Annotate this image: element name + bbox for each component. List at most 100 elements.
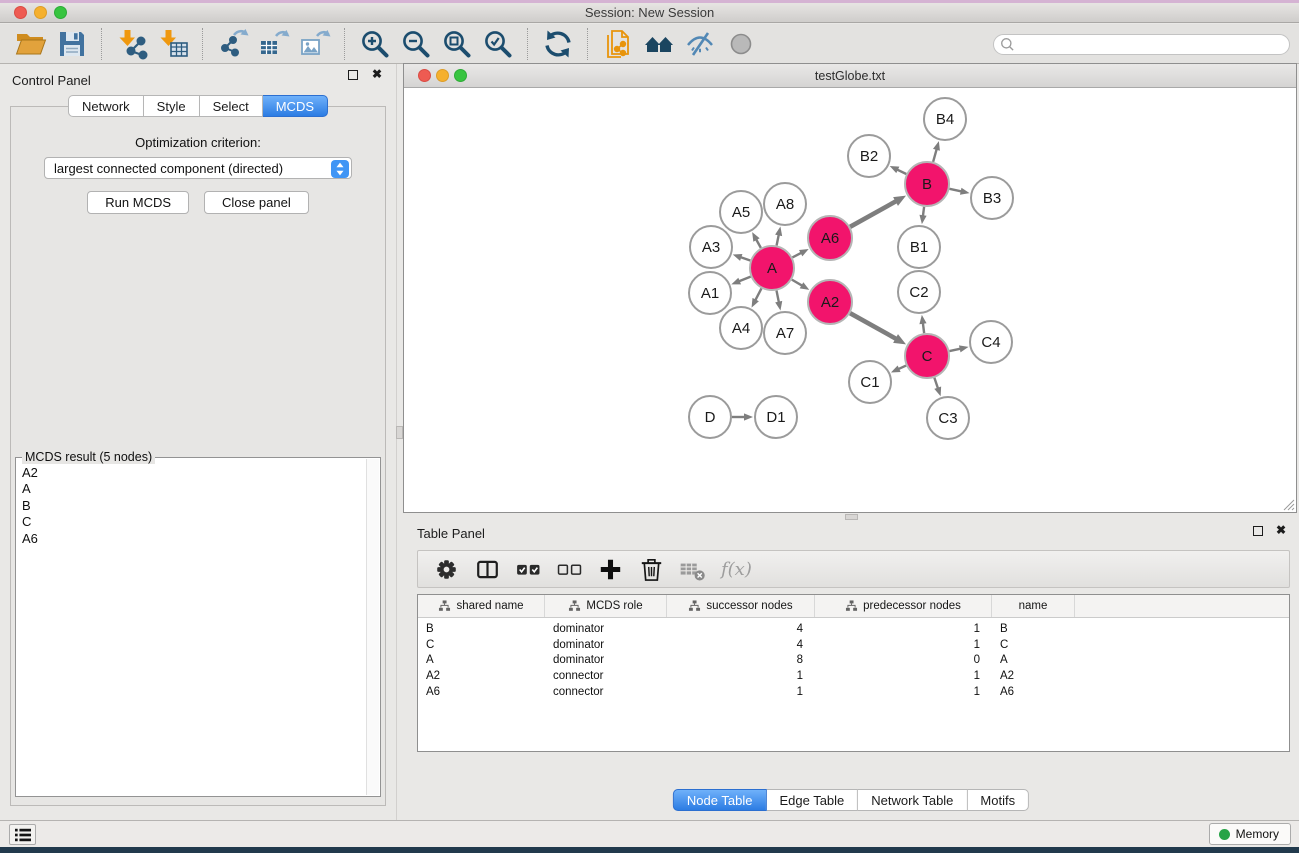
- table-row[interactable]: A6connector11A6: [418, 684, 1289, 700]
- save-session-button[interactable]: [51, 26, 92, 62]
- tab-select[interactable]: Select: [200, 95, 263, 117]
- zoom-in-button[interactable]: [354, 26, 395, 62]
- mcds-result-item[interactable]: C: [16, 514, 364, 530]
- control-panel-close-button[interactable]: ✖: [372, 67, 382, 81]
- table-row[interactable]: A2connector11A2: [418, 668, 1289, 684]
- graph-node-A4[interactable]: A4: [720, 307, 762, 349]
- graph-edge-B-B3[interactable]: [949, 189, 962, 192]
- tab-style[interactable]: Style: [144, 95, 200, 117]
- graph-node-B4[interactable]: B4: [924, 98, 966, 140]
- show-view-button[interactable]: [720, 26, 761, 62]
- mcds-result-item[interactable]: A2: [16, 465, 364, 481]
- select-all-columns-button[interactable]: [510, 552, 547, 586]
- graph-node-C1[interactable]: C1: [849, 361, 891, 403]
- tab-motifs[interactable]: Motifs: [967, 789, 1029, 811]
- toggle-graphics-details-button[interactable]: [679, 26, 720, 62]
- graph-node-B1[interactable]: B1: [898, 226, 940, 268]
- table-row[interactable]: Bdominator41B: [418, 621, 1289, 637]
- delete-table-button[interactable]: [674, 552, 711, 586]
- graph-edge-A-A1[interactable]: [738, 277, 751, 282]
- graph-node-D[interactable]: D: [689, 396, 731, 438]
- edge-arrowhead-icon: [744, 413, 753, 420]
- network-maximize-button[interactable]: [454, 69, 467, 82]
- column-header-name[interactable]: name: [992, 595, 1075, 617]
- tab-network-table[interactable]: Network Table: [858, 789, 967, 811]
- table-cell: connector: [545, 670, 667, 682]
- zoom-fit-button[interactable]: [436, 26, 477, 62]
- arrange-windows-button[interactable]: [638, 26, 679, 62]
- graph-edge-A2-C[interactable]: [850, 313, 897, 339]
- column-header-successor-nodes[interactable]: successor nodes: [667, 595, 815, 617]
- graph-edge-A-A4[interactable]: [755, 288, 762, 301]
- graph-node-A6[interactable]: A6: [808, 216, 852, 260]
- network-document-button[interactable]: [597, 26, 638, 62]
- control-panel-float-button[interactable]: [348, 70, 358, 80]
- close-window-button[interactable]: [14, 6, 27, 19]
- refresh-view-button[interactable]: [537, 26, 578, 62]
- export-image-button[interactable]: [294, 26, 335, 62]
- close-panel-button[interactable]: Close panel: [204, 191, 309, 214]
- graph-node-B2[interactable]: B2: [848, 135, 890, 177]
- vertical-splitter-grip[interactable]: [396, 426, 403, 439]
- mcds-result-item[interactable]: B: [16, 498, 364, 514]
- mcds-result-item[interactable]: A: [16, 481, 364, 497]
- minimize-window-button[interactable]: [34, 6, 47, 19]
- graph-node-A3[interactable]: A3: [690, 226, 732, 268]
- export-table-button[interactable]: [253, 26, 294, 62]
- unselect-all-columns-button[interactable]: [551, 552, 588, 586]
- import-network-button[interactable]: [111, 26, 152, 62]
- table-panel-float-button[interactable]: [1253, 526, 1263, 536]
- column-view-icon: [474, 556, 501, 583]
- delete-columns-button[interactable]: [633, 552, 670, 586]
- column-header-predecessor-nodes[interactable]: predecessor nodes: [815, 595, 992, 617]
- graph-node-C[interactable]: C: [905, 334, 949, 378]
- zoom-out-button[interactable]: [395, 26, 436, 62]
- tab-mcds[interactable]: MCDS: [263, 95, 328, 117]
- graph-node-B3[interactable]: B3: [971, 177, 1013, 219]
- network-close-button[interactable]: [418, 69, 431, 82]
- memory-button[interactable]: Memory: [1209, 823, 1291, 845]
- graph-node-C4[interactable]: C4: [970, 321, 1012, 363]
- create-column-button[interactable]: [592, 552, 629, 586]
- mcds-result-item[interactable]: A6: [16, 531, 364, 547]
- graph-node-D1[interactable]: D1: [755, 396, 797, 438]
- tab-node-table[interactable]: Node Table: [673, 789, 767, 811]
- table-panel-close-button[interactable]: ✖: [1276, 523, 1286, 537]
- optimization-criterion-select[interactable]: largest connected component (directed): [44, 157, 352, 179]
- tab-edge-table[interactable]: Edge Table: [766, 789, 858, 811]
- show-column-button[interactable]: [469, 552, 506, 586]
- graph-node-A8[interactable]: A8: [764, 183, 806, 225]
- table-options-button[interactable]: [428, 552, 465, 586]
- resize-handle-icon[interactable]: [1281, 497, 1295, 511]
- network-window-titlebar[interactable]: testGlobe.txt: [404, 64, 1296, 88]
- graph-node-A[interactable]: A: [750, 246, 794, 290]
- table-row[interactable]: Adominator80A: [418, 653, 1289, 669]
- graph-node-B[interactable]: B: [905, 162, 949, 206]
- table-row[interactable]: Cdominator41C: [418, 637, 1289, 653]
- graph-node-A5[interactable]: A5: [720, 191, 762, 233]
- import-table-button[interactable]: [152, 26, 193, 62]
- node-label: B: [922, 176, 932, 193]
- task-history-button[interactable]: [9, 824, 36, 845]
- export-network-button[interactable]: [212, 26, 253, 62]
- graph-node-A7[interactable]: A7: [764, 312, 806, 354]
- graph-node-A1[interactable]: A1: [689, 272, 731, 314]
- graph-edge-A6-B[interactable]: [850, 201, 897, 227]
- export-table-icon: [258, 28, 290, 60]
- zoom-selected-button[interactable]: [477, 26, 518, 62]
- search-input[interactable]: [1016, 38, 1289, 52]
- network-minimize-button[interactable]: [436, 69, 449, 82]
- search-box[interactable]: [993, 34, 1290, 55]
- tab-network[interactable]: Network: [68, 95, 144, 117]
- column-header-shared-name[interactable]: shared name: [418, 595, 545, 617]
- column-header-MCDS-role[interactable]: MCDS role: [545, 595, 667, 617]
- maximize-window-button[interactable]: [54, 6, 67, 19]
- graph-edge-B-B4[interactable]: [933, 148, 937, 162]
- run-mcds-button[interactable]: Run MCDS: [87, 191, 189, 214]
- result-scrollbar[interactable]: [366, 459, 379, 795]
- graph-node-C3[interactable]: C3: [927, 397, 969, 439]
- graph-node-A2[interactable]: A2: [808, 280, 852, 324]
- graph-node-C2[interactable]: C2: [898, 271, 940, 313]
- open-session-button[interactable]: [10, 26, 51, 62]
- network-canvas[interactable]: B4 B2 B B3 A5A8A6 A3 A B1 A1 A2 C2 A4A7 C4 C C1 D D1 C3: [404, 88, 1296, 512]
